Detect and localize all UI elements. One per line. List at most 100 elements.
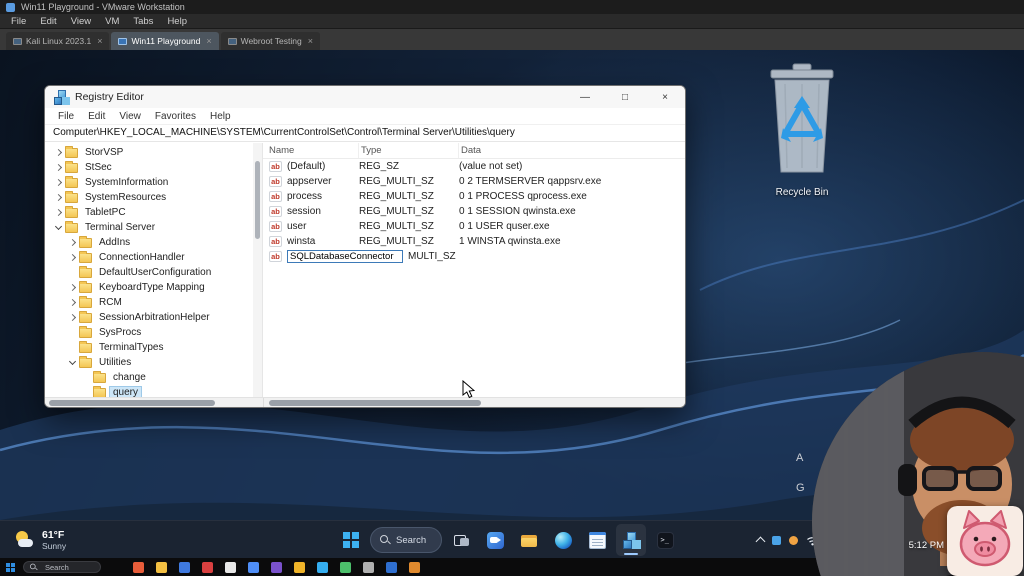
registry-value-row[interactable]: abprocessREG_MULTI_SZ0 1 PROCESS qproces…	[263, 189, 685, 204]
regedit-menu-view[interactable]: View	[112, 111, 148, 122]
registry-editor-titlebar[interactable]: Registry Editor — □ ×	[45, 86, 685, 108]
tree-item-systeminformation[interactable]: SystemInformation	[45, 175, 262, 190]
tree-item-query[interactable]: query	[45, 385, 262, 397]
column-header-data[interactable]: Data	[459, 143, 685, 158]
value-name: appserver	[287, 176, 359, 187]
scrollbar-thumb[interactable]	[255, 161, 260, 239]
host-app-icon-3[interactable]	[179, 562, 190, 573]
close-tab-icon[interactable]: ×	[206, 36, 211, 46]
tree-item-systemresources[interactable]: SystemResources	[45, 190, 262, 205]
tree-item-connectionhandler[interactable]: ConnectionHandler	[45, 250, 262, 265]
tree-item-keyboardtype-mapping[interactable]: KeyboardType Mapping	[45, 280, 262, 295]
tree-item-sessionarbitrationhelper[interactable]: SessionArbitrationHelper	[45, 310, 262, 325]
host-app-icon-12[interactable]	[386, 562, 397, 573]
taskbar-edge-button[interactable]	[548, 524, 578, 556]
close-tab-icon[interactable]: ×	[97, 36, 102, 46]
host-app-icon-10[interactable]	[340, 562, 351, 573]
registry-value-row[interactable]: ab(Default)REG_SZ(value not set)	[263, 159, 685, 174]
chevron-right-icon[interactable]	[67, 315, 77, 320]
host-app-icon-7[interactable]	[271, 562, 282, 573]
tree-item-change[interactable]: change	[45, 370, 262, 385]
taskbar-notepad-button[interactable]	[582, 524, 612, 556]
values-column-headers: NameTypeData	[263, 143, 685, 159]
minimize-button[interactable]: —	[565, 86, 605, 108]
horizontal-scrollbar[interactable]	[45, 397, 685, 407]
host-app-icon-1[interactable]	[133, 562, 144, 573]
vmware-menu-edit[interactable]: Edit	[33, 14, 63, 29]
chevron-right-icon[interactable]	[67, 285, 77, 290]
host-app-icon-6[interactable]	[248, 562, 259, 573]
tree-hscroll-thumb[interactable]	[49, 400, 215, 406]
start-button[interactable]	[336, 524, 366, 556]
close-tab-icon[interactable]: ×	[308, 36, 313, 46]
host-app-icon-5[interactable]	[225, 562, 236, 573]
chevron-right-icon[interactable]	[53, 195, 63, 200]
vmware-menu-vm[interactable]: VM	[98, 14, 126, 29]
regedit-menu-favorites[interactable]: Favorites	[148, 111, 203, 122]
registry-address-bar[interactable]: Computer\HKEY_LOCAL_MACHINE\SYSTEM\Curre…	[45, 125, 685, 142]
list-hscroll-thumb[interactable]	[269, 400, 481, 406]
taskbar-terminal-button[interactable]	[650, 524, 680, 556]
tree-item-tabletpc[interactable]: TabletPC	[45, 205, 262, 220]
vm-tab-win11-playground[interactable]: Win11 Playground×	[111, 32, 218, 50]
tree-item-stsec[interactable]: StSec	[45, 160, 262, 175]
registry-value-row[interactable]: absessionREG_MULTI_SZ0 1 SESSION qwinsta…	[263, 204, 685, 219]
vmware-menu-file[interactable]: File	[4, 14, 33, 29]
tree-item-terminal-server[interactable]: Terminal Server	[45, 220, 262, 235]
column-header-name[interactable]: Name	[269, 143, 359, 158]
taskbar-clock[interactable]: 5:12 PM	[898, 540, 944, 551]
weather-widget[interactable]: 61°F Sunny	[10, 525, 70, 555]
regedit-menu-file[interactable]: File	[51, 111, 81, 122]
host-app-icon-2[interactable]	[156, 562, 167, 573]
registry-value-row[interactable]: abappserverREG_MULTI_SZ0 2 TERMSERVER qa…	[263, 174, 685, 189]
maximize-button[interactable]: □	[605, 86, 645, 108]
regedit-menu-edit[interactable]: Edit	[81, 111, 112, 122]
chevron-right-icon[interactable]	[67, 255, 77, 260]
tree-item-storvsp[interactable]: StorVSP	[45, 145, 262, 160]
chevron-right-icon[interactable]	[53, 165, 63, 170]
tree-item-rcm[interactable]: RCM	[45, 295, 262, 310]
tree-vertical-scrollbar[interactable]	[253, 143, 262, 397]
hidden-icons-chevron-icon[interactable]	[756, 537, 766, 547]
chevron-right-icon[interactable]	[53, 210, 63, 215]
tree-item-addins[interactable]: AddIns	[45, 235, 262, 250]
close-button[interactable]: ×	[645, 86, 685, 108]
column-header-type[interactable]: Type	[359, 143, 459, 158]
taskbar-file-explorer-button[interactable]	[514, 524, 544, 556]
taskbar-task-view-button[interactable]	[446, 524, 476, 556]
chevron-down-icon[interactable]	[53, 226, 63, 229]
taskbar-search[interactable]: Search	[370, 527, 442, 553]
regedit-menu-help[interactable]: Help	[203, 111, 238, 122]
chevron-right-icon[interactable]	[53, 180, 63, 185]
registry-value-row[interactable]: abuserREG_MULTI_SZ0 1 USER quser.exe	[263, 219, 685, 234]
host-app-icon-11[interactable]	[363, 562, 374, 573]
chevron-right-icon[interactable]	[67, 240, 77, 245]
registry-value-row-editing[interactable]: abMULTI_SZ	[263, 249, 685, 264]
vmware-menu-help[interactable]: Help	[160, 14, 194, 29]
recycle-bin-shortcut[interactable]: Recycle Bin	[752, 60, 852, 198]
host-start-icon[interactable]	[6, 563, 15, 572]
tree-item-terminaltypes[interactable]: TerminalTypes	[45, 340, 262, 355]
host-app-icon-8[interactable]	[294, 562, 305, 573]
host-app-icon-4[interactable]	[202, 562, 213, 573]
host-app-icon-13[interactable]	[409, 562, 420, 573]
chevron-down-icon[interactable]	[67, 361, 77, 364]
tree-item-defaultuserconfiguration[interactable]: DefaultUserConfiguration	[45, 265, 262, 280]
chevron-right-icon[interactable]	[67, 300, 77, 305]
tree-item-sysprocs[interactable]: SysProcs	[45, 325, 262, 340]
vmware-titlebar[interactable]: Win11 Playground - VMware Workstation	[0, 0, 1024, 14]
rename-value-input[interactable]	[287, 250, 403, 263]
tray-app-icon-2[interactable]	[789, 536, 798, 545]
vmware-menu-view[interactable]: View	[64, 14, 98, 29]
chevron-right-icon[interactable]	[53, 150, 63, 155]
tree-item-utilities[interactable]: Utilities	[45, 355, 262, 370]
vmware-menu-tabs[interactable]: Tabs	[126, 14, 160, 29]
taskbar-chat-button[interactable]	[480, 524, 510, 556]
vm-tab-webroot-testing[interactable]: Webroot Testing×	[221, 32, 320, 50]
registry-value-row[interactable]: abwinstaREG_MULTI_SZ1 WINSTA qwinsta.exe	[263, 234, 685, 249]
host-search[interactable]: Search	[23, 561, 101, 573]
host-app-icon-9[interactable]	[317, 562, 328, 573]
tray-app-icon-1[interactable]	[772, 536, 781, 545]
taskbar-registry-editor-button[interactable]	[616, 524, 646, 556]
vm-tab-kali-linux-2023-1[interactable]: Kali Linux 2023.1×	[6, 32, 109, 50]
